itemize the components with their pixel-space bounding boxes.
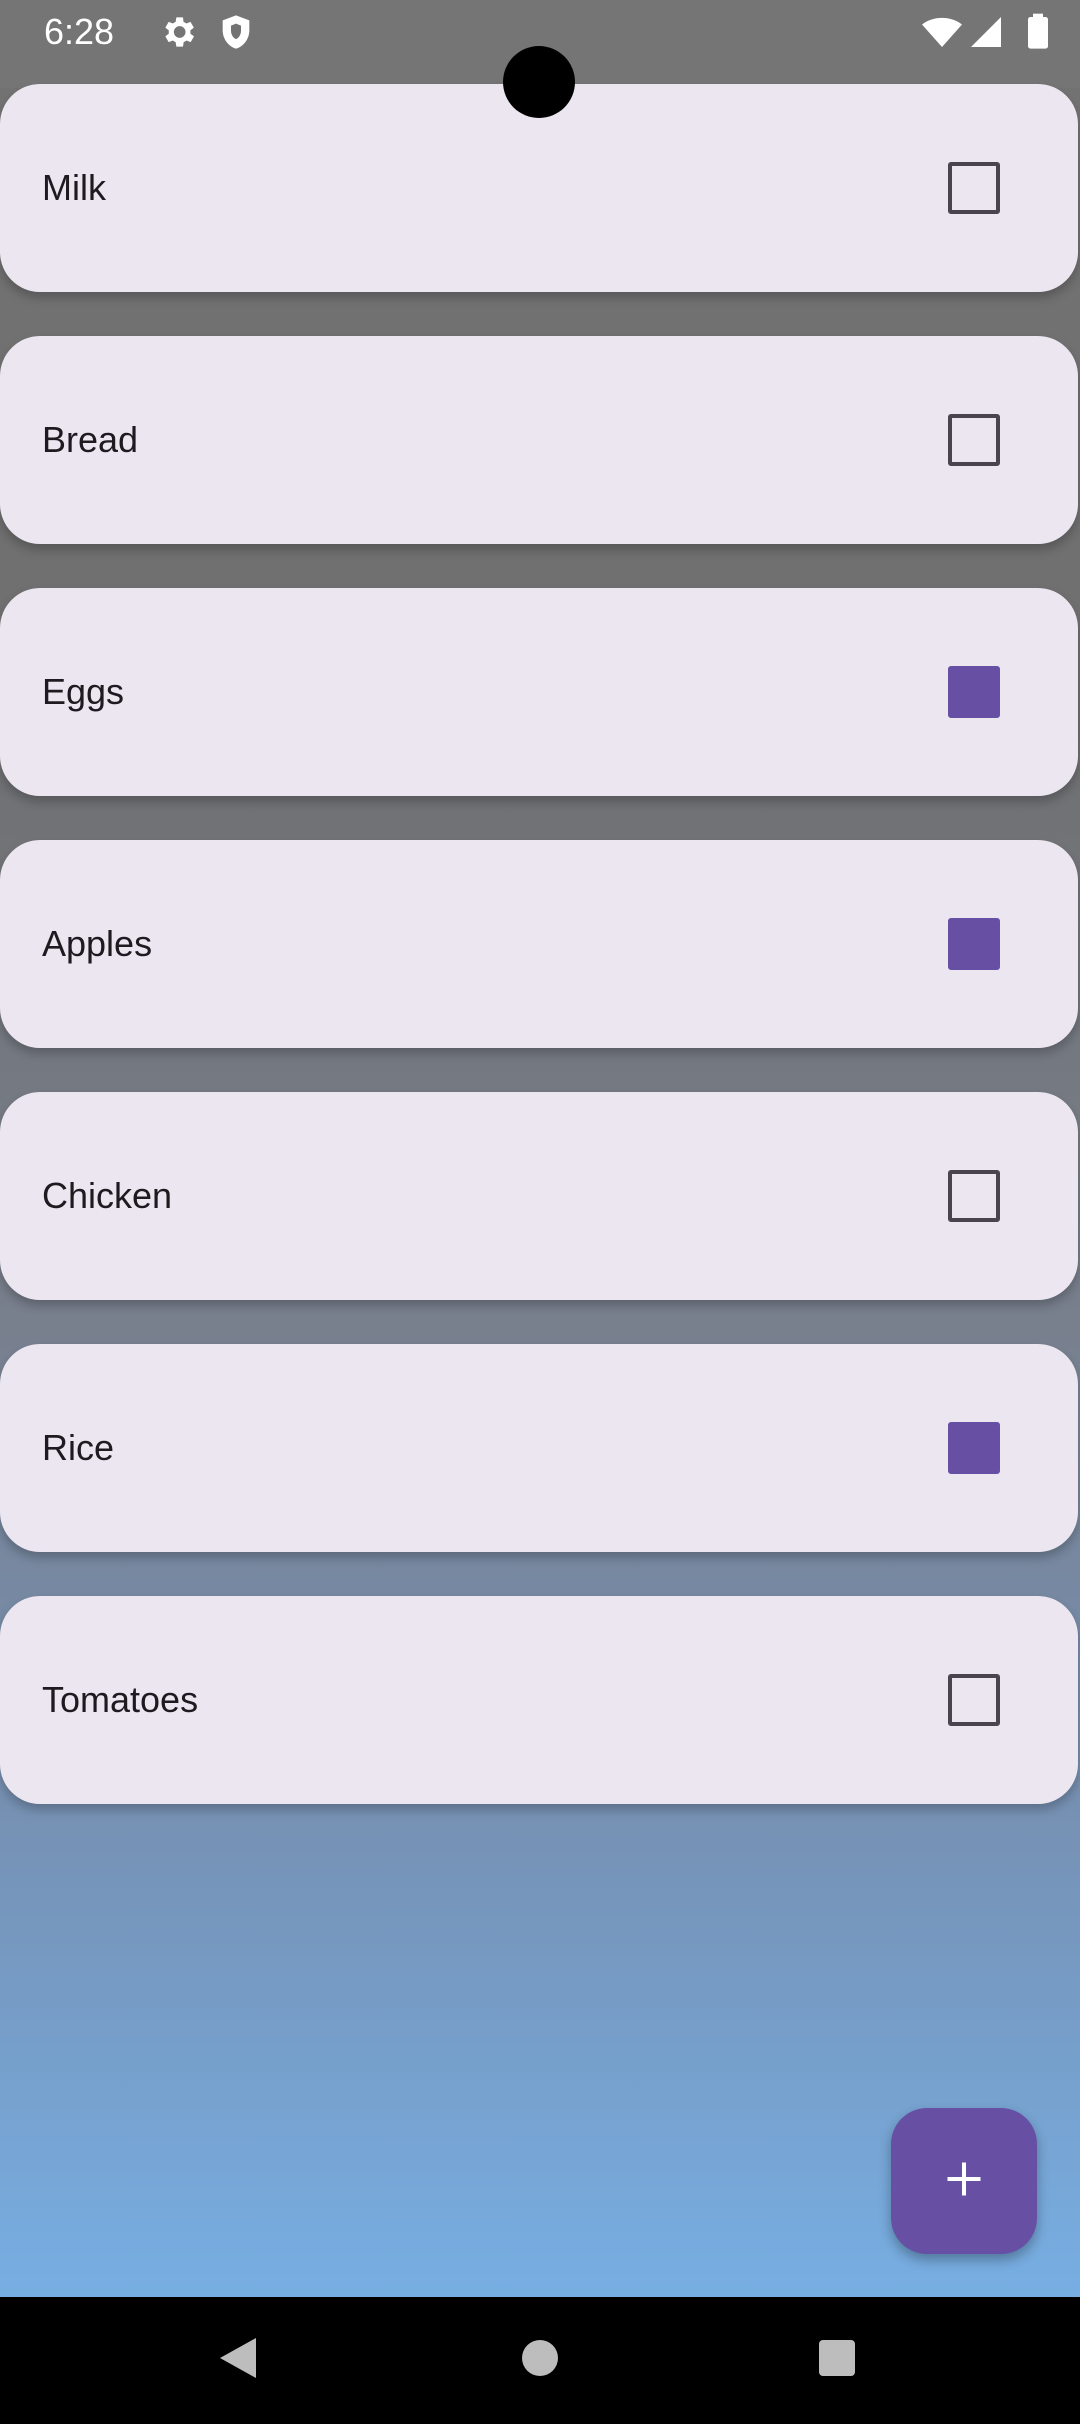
item-label: Rice — [42, 1427, 115, 1468]
battery-icon — [1018, 12, 1058, 52]
wifi-icon — [920, 12, 964, 52]
list-item[interactable]: Bread — [0, 336, 1078, 544]
list-item[interactable]: Tomatoes — [0, 1596, 1078, 1804]
back-button[interactable] — [208, 2330, 268, 2390]
settings-icon — [158, 12, 198, 52]
plus-icon — [942, 2157, 986, 2206]
shield-icon — [216, 12, 256, 52]
item-label: Eggs — [42, 671, 125, 712]
item-label: Tomatoes — [42, 1679, 199, 1720]
item-checkbox[interactable] — [948, 1422, 1000, 1474]
item-checkbox[interactable] — [948, 1674, 1000, 1726]
home-icon — [520, 2338, 560, 2383]
item-checkbox[interactable] — [948, 666, 1000, 718]
list-item[interactable]: Rice — [0, 1344, 1078, 1552]
camera-cutout — [503, 46, 575, 118]
back-icon — [216, 2334, 260, 2387]
item-label: Bread — [42, 419, 139, 460]
item-label: Apples — [42, 923, 153, 964]
list-item[interactable]: Chicken — [0, 1092, 1078, 1300]
recents-icon — [817, 2338, 857, 2383]
recents-button[interactable] — [807, 2330, 867, 2390]
item-checkbox[interactable] — [948, 918, 1000, 970]
item-checkbox[interactable] — [948, 162, 1000, 214]
signal-icon — [968, 12, 1008, 52]
add-item-button[interactable] — [891, 2108, 1037, 2254]
item-checkbox[interactable] — [948, 414, 1000, 466]
item-checkbox[interactable] — [948, 1170, 1000, 1222]
status-time: 6:28 — [44, 11, 115, 52]
list-item[interactable]: Eggs — [0, 588, 1078, 796]
item-label: Milk — [42, 167, 106, 208]
home-button[interactable] — [510, 2330, 570, 2390]
list-item[interactable]: Apples — [0, 840, 1078, 1048]
item-label: Chicken — [42, 1175, 173, 1216]
